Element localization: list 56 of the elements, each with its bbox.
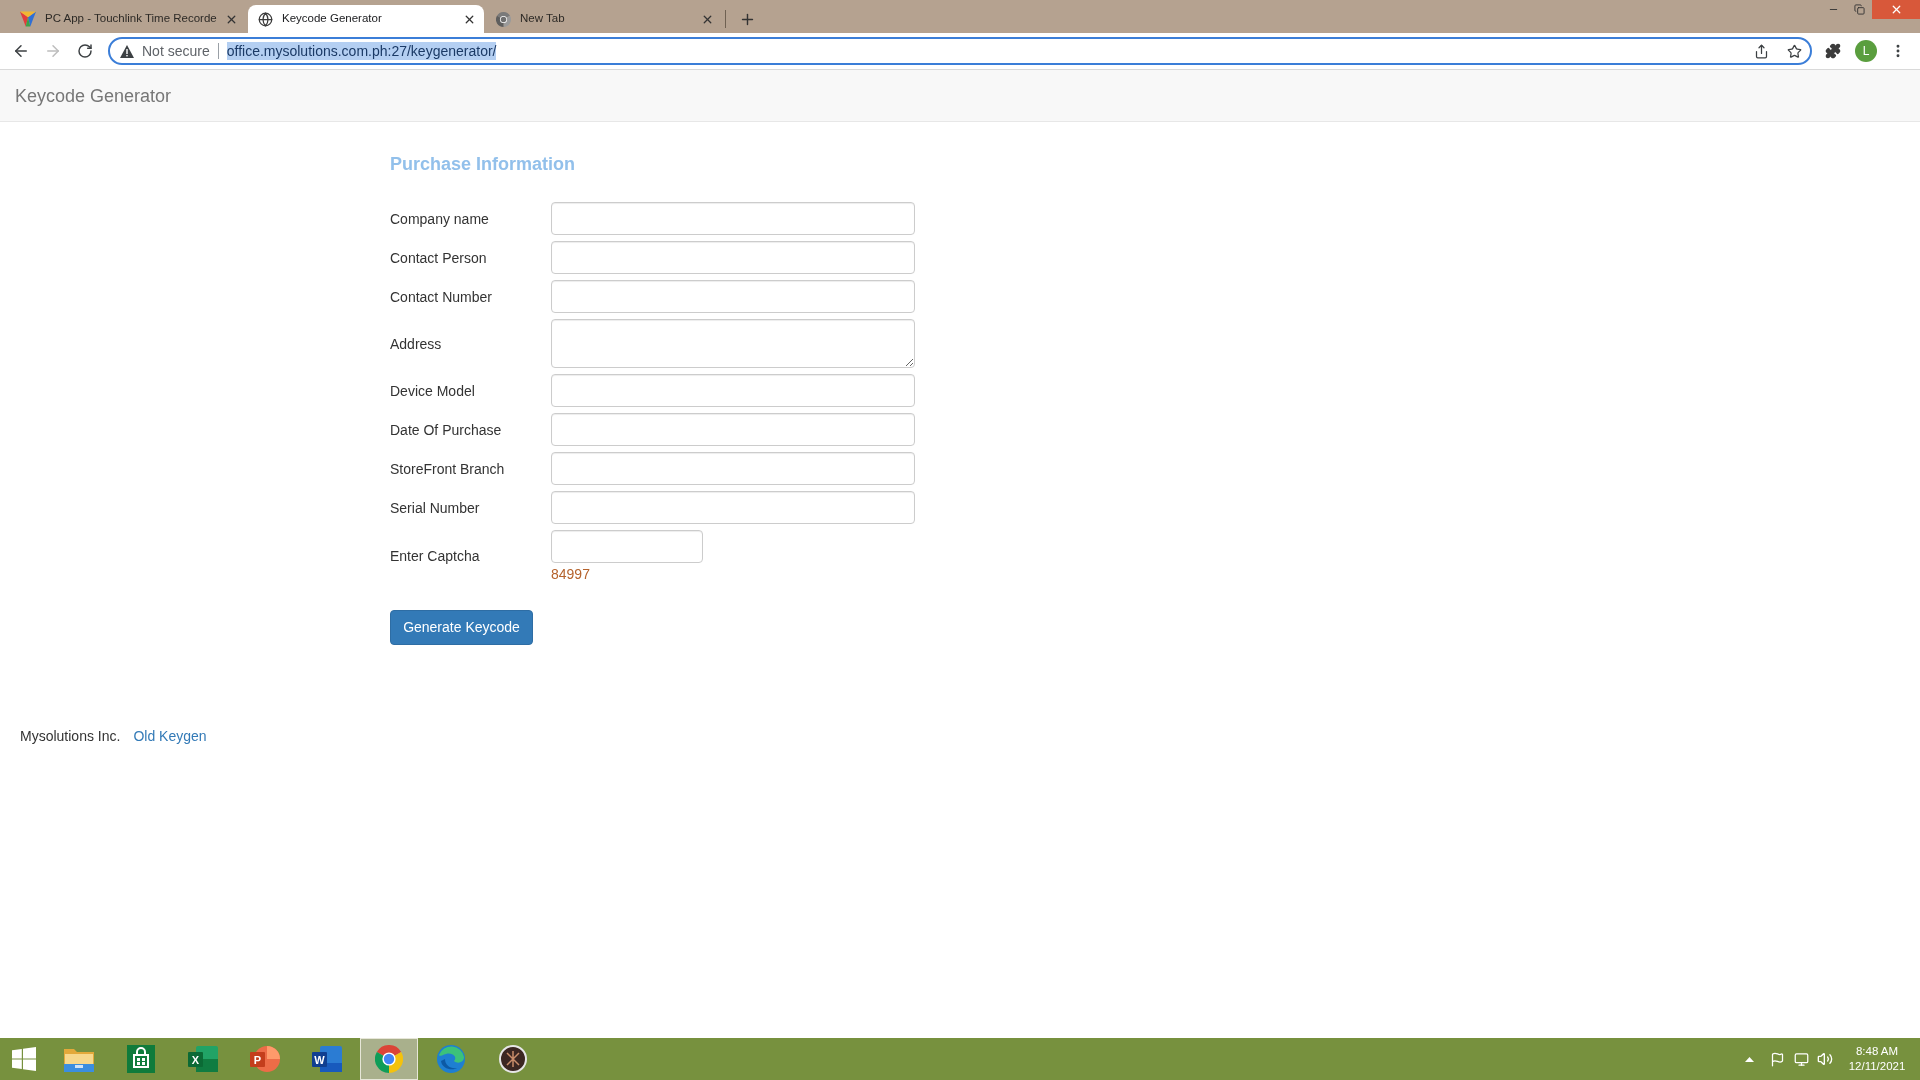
field-label: Enter Captcha: [390, 547, 481, 566]
browser-icon: [375, 1045, 403, 1073]
folder-icon: [64, 1046, 94, 1072]
clock-time: 8:48 AM: [1855, 1044, 1899, 1059]
url-text: office.mysolutions.com.ph:27/keygenerator/: [226, 42, 497, 60]
generate-keycode-button[interactable]: Generate Keycode: [390, 610, 533, 645]
clock[interactable]: 8:48 AM 12/11/2021: [1845, 1044, 1909, 1074]
window-close-button[interactable]: [1872, 0, 1920, 19]
input-field[interactable]: [551, 452, 915, 485]
field-label: Contact Number: [390, 287, 493, 307]
start-icon: [12, 1047, 36, 1071]
field-label: StoreFront Branch: [390, 459, 506, 479]
reload-icon: [77, 43, 93, 59]
field-label: Date Of Purchase: [390, 420, 503, 440]
field-label: Contact Person: [390, 248, 488, 268]
security-label: Not secure: [142, 41, 210, 61]
input-field[interactable]: [551, 280, 915, 313]
navbar-brand[interactable]: Keycode Generator: [15, 85, 172, 106]
clock-date: 12/11/2021: [1848, 1059, 1906, 1074]
star-icon: [1786, 43, 1802, 59]
field-label: Address: [390, 334, 443, 354]
section-heading: Purchase Information: [390, 154, 577, 174]
arrow-right-icon: [44, 42, 62, 60]
share-icon: [1753, 43, 1769, 59]
taskbar-app-button[interactable]: P: [236, 1038, 294, 1080]
captcha-input-field[interactable]: [551, 530, 703, 563]
volume-icon: [1817, 1051, 1833, 1067]
caret-up-icon: [1745, 1056, 1754, 1062]
circle-logo-icon: [496, 11, 511, 27]
round-app-icon: [499, 1045, 527, 1073]
profile-avatar[interactable]: L: [1855, 40, 1877, 62]
taskbar-app-button[interactable]: W: [298, 1038, 356, 1080]
textarea-field[interactable]: [551, 319, 915, 368]
company-name-text: Mysolutions Inc.: [20, 727, 121, 746]
swirl-icon: [437, 1045, 465, 1073]
input-field[interactable]: [551, 241, 915, 274]
input-field[interactable]: [551, 202, 915, 235]
shopping-bag-icon: [127, 1045, 155, 1073]
field-label: Device Model: [390, 381, 476, 401]
browser-tab[interactable]: Keycode Generator: [248, 5, 484, 33]
network-icon: [1794, 1051, 1809, 1067]
address-bar[interactable]: Not secure office.mysolutions.com.ph:27/keygenerator/: [108, 37, 1812, 65]
globe-icon: [258, 11, 273, 27]
field-label: Company name: [390, 209, 490, 229]
taskbar-app-button[interactable]: X: [174, 1038, 232, 1080]
captcha-code: 84997: [551, 566, 590, 582]
input-field[interactable]: [551, 491, 915, 524]
footer-link[interactable]: Old Keygen: [133, 726, 207, 746]
input-field[interactable]: [551, 374, 915, 407]
warning-icon: [120, 44, 134, 58]
field-label: Serial Number: [390, 498, 481, 518]
puzzle-icon: [1825, 43, 1841, 59]
app-logo-icon: [20, 11, 36, 27]
input-field[interactable]: [551, 413, 915, 446]
restore-icon: [1853, 4, 1865, 15]
flag-icon: [1770, 1051, 1785, 1067]
